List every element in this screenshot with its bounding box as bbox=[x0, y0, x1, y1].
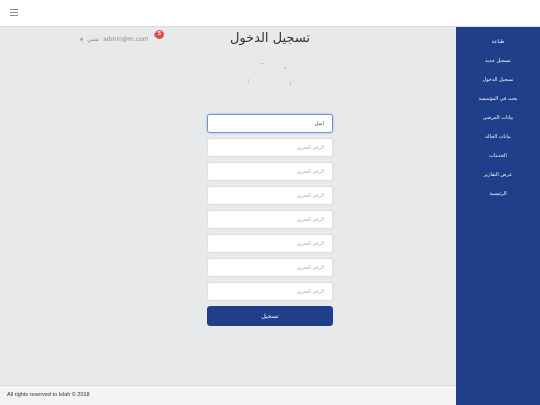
chevron-down-icon: ▼ bbox=[80, 36, 84, 42]
logo-dot bbox=[284, 67, 286, 69]
sidebar-item-services[interactable]: الخدمات bbox=[456, 147, 540, 166]
user-email: admin@m.com bbox=[103, 35, 149, 43]
password-field-7[interactable] bbox=[207, 282, 333, 301]
top-bar bbox=[0, 0, 540, 27]
sidebar-item-print[interactable]: طباعة bbox=[456, 33, 540, 52]
password-field-3[interactable] bbox=[207, 186, 333, 205]
sidebar-item-new-registration[interactable]: تسجيل جديد bbox=[456, 52, 540, 71]
user-menu[interactable]: ▼ نسي admin@m.com bbox=[80, 33, 162, 45]
main-content: ▼ نسي admin@m.com 5 تسجيل الدخول تسجيل bbox=[0, 27, 456, 385]
hamburger-icon[interactable] bbox=[10, 9, 18, 16]
password-field-2[interactable] bbox=[207, 162, 333, 181]
password-field-4[interactable] bbox=[207, 210, 333, 229]
sidebar-item-reports[interactable]: عرض التقارير bbox=[456, 166, 540, 185]
notification-badge[interactable]: 5 bbox=[155, 30, 164, 39]
user-caption: نسي bbox=[87, 35, 100, 43]
password-field-1[interactable] bbox=[207, 138, 333, 157]
logo-dot bbox=[260, 63, 264, 64]
submit-button[interactable]: تسجيل bbox=[207, 306, 333, 326]
footer: All rights reserved to Islah © 2018 bbox=[0, 385, 456, 405]
logo-dot bbox=[248, 79, 249, 83]
page-title: تسجيل الدخول bbox=[229, 31, 311, 46]
logo-placeholder bbox=[246, 61, 294, 119]
sidebar-item-patients-data[interactable]: بيانات المرضى bbox=[456, 109, 540, 128]
sidebar-item-login[interactable]: تسجيل الدخول bbox=[456, 71, 540, 90]
sidebar-item-home[interactable]: الرئيسية bbox=[456, 185, 540, 204]
logo-dot bbox=[290, 81, 291, 85]
sidebar: طباعة تسجيل جديد تسجيل الدخول بحث في الم… bbox=[456, 27, 540, 405]
username-field[interactable] bbox=[207, 114, 333, 133]
password-field-5[interactable] bbox=[207, 234, 333, 253]
password-field-6[interactable] bbox=[207, 258, 333, 277]
sidebar-item-institution-search[interactable]: بحث في المؤسسة bbox=[456, 90, 540, 109]
login-form: تسجيل bbox=[207, 114, 333, 326]
sidebar-item-case-data[interactable]: بيانات الحالة bbox=[456, 128, 540, 147]
